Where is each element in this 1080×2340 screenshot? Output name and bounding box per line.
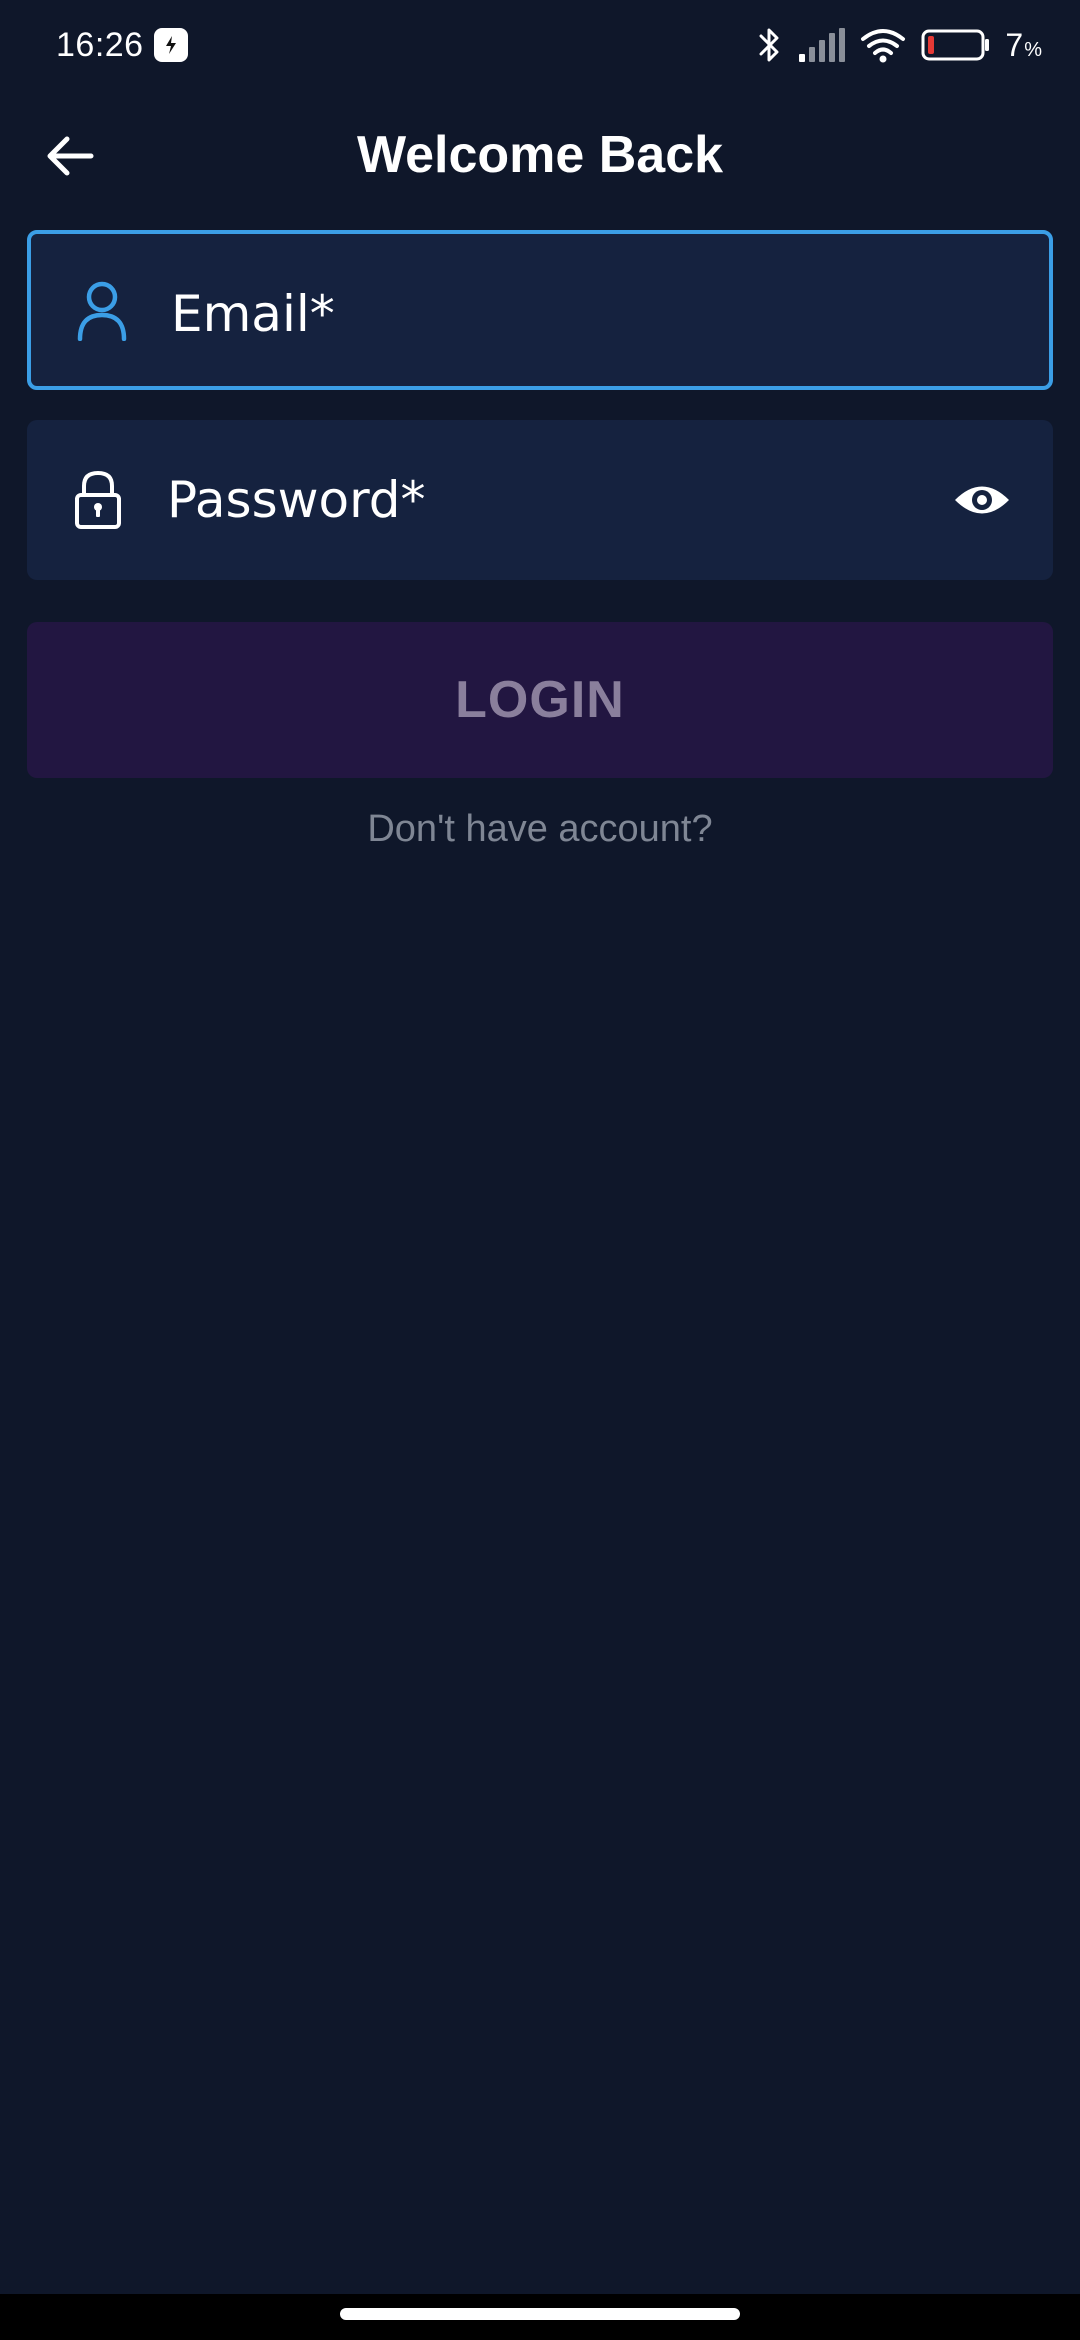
battery-number: 7 <box>1005 26 1024 63</box>
home-indicator[interactable] <box>340 2308 740 2320</box>
back-button[interactable] <box>40 126 100 186</box>
battery-percentage: 7% <box>1005 27 1042 64</box>
bluetooth-icon <box>759 28 779 62</box>
login-button[interactable]: LOGIN <box>27 622 1053 778</box>
email-field[interactable] <box>27 230 1053 390</box>
app-notification-icon <box>153 28 188 62</box>
email-input[interactable] <box>171 274 929 354</box>
status-left: 16:26 <box>56 26 188 65</box>
password-field[interactable] <box>27 420 1053 580</box>
page-title: Welcome Back <box>356 126 724 184</box>
toggle-password-visibility-button[interactable] <box>947 465 1017 535</box>
arrow-left-icon <box>47 136 94 176</box>
lock-icon <box>63 460 133 540</box>
battery-icon <box>921 29 990 61</box>
login-screen: 16:26 7 % Welcome Back Email* LOGIN Don'… <box>0 0 1080 2340</box>
wifi-icon <box>861 29 906 63</box>
header: Welcome Back <box>0 110 1080 200</box>
eye-icon <box>955 486 1009 514</box>
signup-link[interactable]: Don't have account? <box>0 808 1080 851</box>
user-icon <box>67 270 137 350</box>
status-bar: 16:26 7 % <box>0 0 1080 90</box>
password-input[interactable] <box>167 460 933 540</box>
status-right: 7% <box>755 25 1042 65</box>
status-time: 16:26 <box>56 25 144 64</box>
battery-percent-sign: % <box>1024 38 1042 61</box>
signal-icon <box>799 28 846 62</box>
